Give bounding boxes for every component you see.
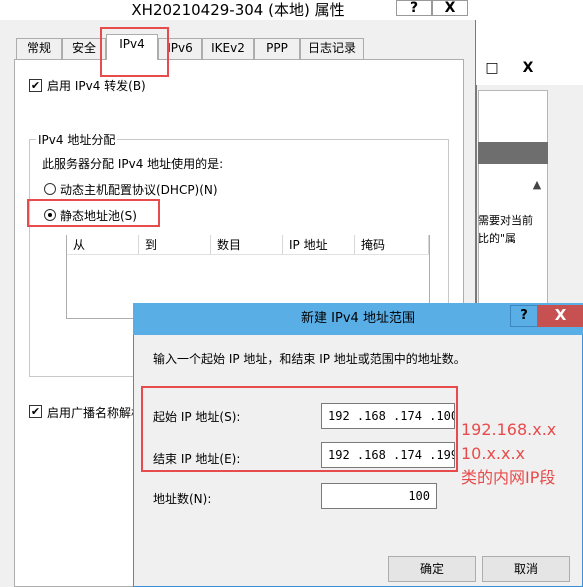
background-header-bar (478, 142, 548, 164)
background-restore-button[interactable]: □ (478, 58, 506, 78)
chevron-up-icon[interactable]: ▲ (530, 178, 544, 192)
highlight-ip-range (141, 386, 458, 472)
background-text-line: 比的"属 (478, 232, 517, 245)
background-close-button[interactable]: X (514, 58, 542, 78)
highlight-static-pool (27, 199, 160, 227)
instruction-text: 输入一个起始 IP 地址，和结束 IP 地址或范围中的地址数。 (153, 352, 466, 366)
tab-logging[interactable]: 日志记录 (300, 38, 364, 59)
ok-button[interactable]: 确定 (388, 556, 476, 582)
cancel-button[interactable]: 取消 (482, 556, 570, 582)
column-header-ip[interactable]: IP 地址 (283, 235, 355, 255)
annotation-line: 192.168.x.x (461, 420, 557, 439)
count-input[interactable]: 100 (321, 483, 437, 509)
private-ip-annotation: 192.168.x.x 10.x.x.x 类的内网IP段 (461, 418, 556, 490)
help-button[interactable]: ? (396, 0, 432, 16)
background-text-line: 需要对当前 (478, 214, 533, 227)
group-title: IPv4 地址分配 (36, 131, 118, 148)
tab-ipv4[interactable]: IPv4 (106, 34, 158, 60)
column-header-count[interactable]: 数目 (211, 235, 283, 255)
tab-ppp[interactable]: PPP (254, 38, 300, 59)
annotation-line: 类的内网IP段 (461, 468, 556, 487)
column-header-from[interactable]: 从 (67, 235, 139, 255)
dhcp-label: 动态主机配置协议(DHCP)(N) (60, 183, 218, 197)
tab-ikev2[interactable]: IKEv2 (202, 38, 254, 59)
annotation-line: 10.x.x.x (461, 444, 526, 463)
count-label: 地址数(N): (153, 492, 212, 506)
tab-general[interactable]: 常规 (16, 38, 62, 59)
broadcast-checkbox[interactable]: ✔ (29, 405, 42, 418)
dhcp-radio[interactable] (44, 183, 56, 195)
close-button[interactable]: X (432, 0, 468, 16)
enable-forwarding-checkbox[interactable]: ✔ (29, 79, 42, 92)
assign-prompt: 此服务器分配 IPv4 地址使用的是: (42, 157, 224, 171)
column-header-to[interactable]: 到 (139, 235, 211, 255)
column-header-mask[interactable]: 掩码 (355, 235, 429, 255)
enable-forwarding-label: 启用 IPv4 转发(B) (47, 79, 146, 93)
new-range-help-button[interactable]: ? (510, 305, 538, 327)
new-range-close-button[interactable]: X (538, 305, 583, 327)
broadcast-label: 启用广播名称解析 (47, 406, 133, 420)
